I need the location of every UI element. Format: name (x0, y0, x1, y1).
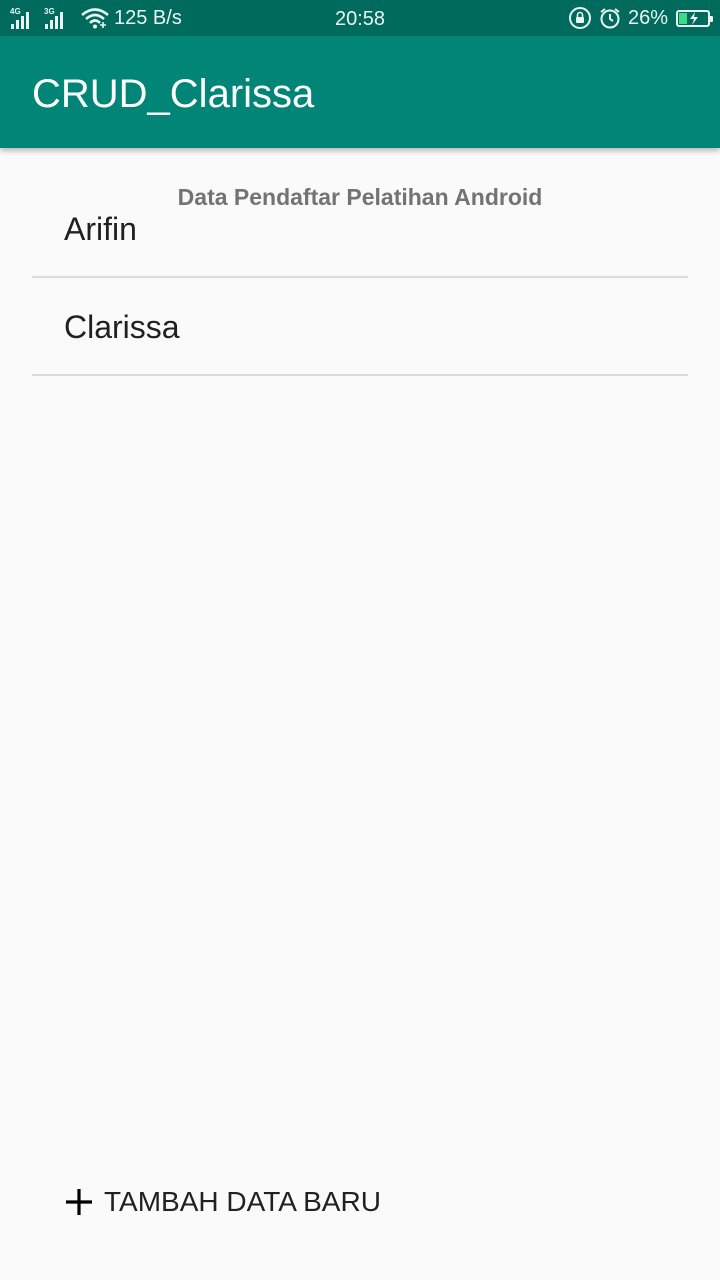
add-data-button[interactable]: TAMBAH DATA BARU (64, 1180, 381, 1224)
battery-level (679, 12, 687, 24)
rotation-lock-icon (568, 7, 591, 29)
screen: 4G 3G 125 B/s 20:58 26% CRUD_Clarissa Ar… (0, 0, 720, 1280)
page-subtitle: Data Pendaftar Pelatihan Android (177, 184, 543, 210)
list-item[interactable]: Clarissa (32, 278, 688, 376)
app-title: CRUD_Clarissa (32, 72, 315, 116)
battery-percent: 26% (627, 6, 668, 29)
add-data-button-label: TAMBAH DATA BARU (104, 1186, 381, 1217)
status-bar: 4G 3G 125 B/s 20:58 26% (0, 0, 720, 36)
alarm-icon (600, 8, 620, 29)
status-bar-right: 26% (568, 0, 713, 36)
charging-icon (690, 11, 698, 25)
list-item-label: Arifin (64, 211, 137, 247)
list-item-label: Clarissa (64, 309, 180, 345)
plus-icon (66, 1189, 92, 1215)
battery-icon (676, 9, 713, 27)
app-bar: CRUD_Clarissa (0, 36, 720, 148)
